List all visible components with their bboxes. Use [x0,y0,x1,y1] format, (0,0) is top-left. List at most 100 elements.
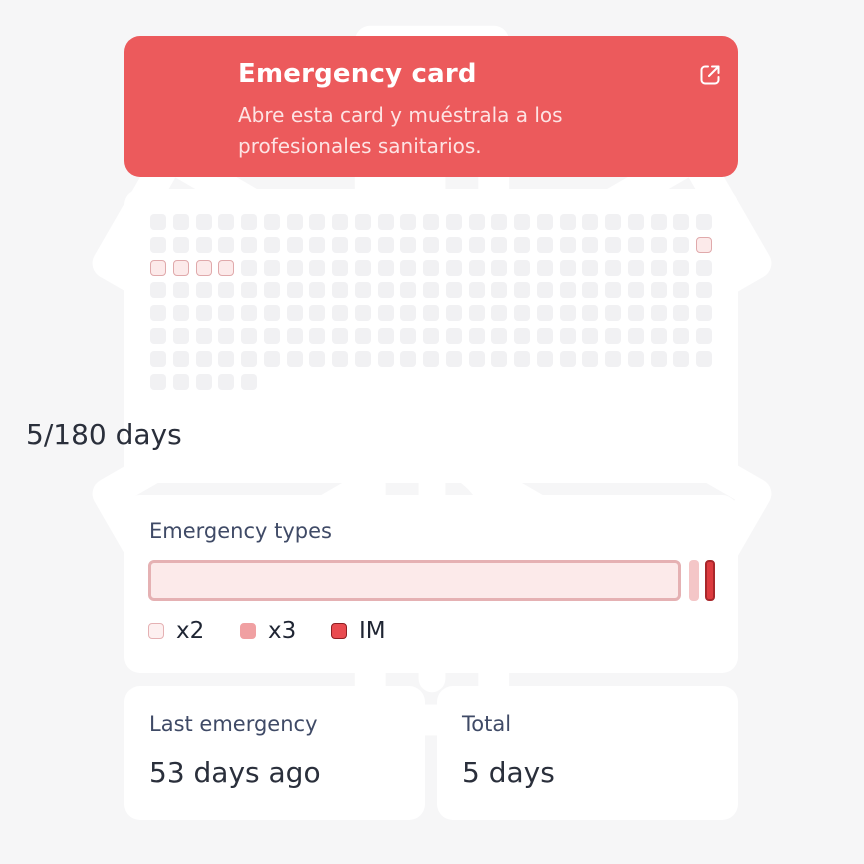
day-cell [377,214,394,230]
day-cell [582,236,599,253]
day-cell [423,305,439,322]
day-cell [241,350,257,367]
total-value: 5 days [462,756,555,789]
day-cell [650,350,667,367]
day-cell [150,282,166,299]
legend-swatch-x3 [240,623,256,639]
day-cell [354,214,371,230]
day-cell [377,282,394,299]
day-cell [150,373,166,390]
day-cell-active [218,259,235,276]
day-cell [627,259,644,276]
days-calendar-card [124,189,738,483]
day-cell [559,282,576,299]
day-cell [377,350,394,367]
day-cell [514,214,530,230]
day-cell [218,214,235,230]
day-cell [400,282,417,299]
last-emergency-card: Last emergency 53 days ago [124,686,425,820]
day-cell [468,350,485,367]
day-cell [423,350,439,367]
day-cell [445,350,462,367]
day-cell [605,350,621,367]
day-cell [309,259,326,276]
day-cell [195,350,212,367]
day-cell [582,214,599,230]
day-cell [286,214,303,230]
day-cell [218,350,235,367]
day-cell [514,350,530,367]
day-cell [241,236,257,253]
day-cell [468,305,485,322]
day-cell [309,282,326,299]
day-cell [172,282,189,299]
day-cell [445,214,462,230]
day-cell [696,259,712,276]
day-cell [150,328,166,344]
day-cell [332,350,348,367]
day-cell [377,236,394,253]
day-cell [377,305,394,322]
day-cell [263,259,280,276]
day-cell [650,259,667,276]
day-cell [445,259,462,276]
day-cell [309,305,326,322]
day-cell [218,305,235,322]
day-cell [332,328,348,344]
last-emergency-value: 53 days ago [149,756,321,789]
day-cell [514,259,530,276]
day-cell [445,236,462,253]
day-cell [423,259,439,276]
day-cell [150,236,166,253]
day-cell [491,259,508,276]
day-cell [309,328,326,344]
day-cell [354,282,371,299]
day-cell [309,214,326,230]
last-emergency-title: Last emergency [149,712,318,736]
day-cell [605,328,621,344]
day-cell [423,214,439,230]
external-link-icon[interactable] [698,63,722,87]
day-cell [605,214,621,230]
day-cell [696,282,712,299]
legend-swatch-x2 [148,623,164,639]
emergency-types-card: Emergency types x2 x3 IM [124,495,738,673]
day-cell [491,282,508,299]
day-cell [514,328,530,344]
day-cell [536,236,553,253]
day-cell [332,282,348,299]
day-cell [536,259,553,276]
day-cell [354,350,371,367]
day-cell [559,328,576,344]
day-cell [218,236,235,253]
day-cell [627,236,644,253]
bar-segment-x3 [689,560,699,601]
day-cell [559,236,576,253]
day-cell [559,350,576,367]
day-cell [673,350,690,367]
day-cell [696,214,712,230]
day-cell [332,236,348,253]
day-cell [218,282,235,299]
day-cell [172,305,189,322]
day-cell [195,214,212,230]
emergency-card-subtitle: Abre esta card y muéstrala a los profesi… [238,103,563,158]
day-cell [673,328,690,344]
day-cell [354,236,371,253]
day-cell [400,214,417,230]
day-cell [491,305,508,322]
day-cell [241,259,257,276]
day-cell [423,328,439,344]
day-cell [468,328,485,344]
day-cell [673,305,690,322]
day-cell [514,282,530,299]
legend-item-im: IM [331,616,386,646]
day-cell [536,305,553,322]
day-cell [309,236,326,253]
day-cell [332,214,348,230]
day-cell [195,282,212,299]
total-card: Total 5 days [437,686,738,820]
day-cell [627,350,644,367]
day-cell [673,282,690,299]
day-cell [650,328,667,344]
